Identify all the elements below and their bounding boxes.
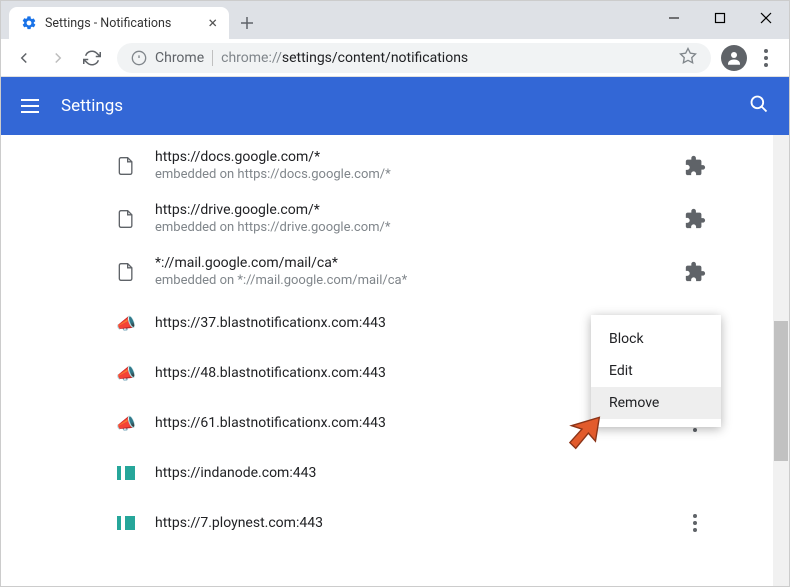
site-row[interactable]: https://docs.google.com/*embedded on htt… xyxy=(1,139,789,192)
scrollbar-thumb[interactable] xyxy=(774,321,788,461)
document-icon xyxy=(115,208,137,230)
site-favicon xyxy=(115,512,137,534)
scrollbar[interactable] xyxy=(773,135,789,586)
browser-toolbar: Chrome chrome://settings/content/notific… xyxy=(1,39,789,77)
omnibox-url: chrome://settings/content/notifications xyxy=(221,50,468,66)
site-menu-button[interactable] xyxy=(683,511,707,535)
omnibox-prefix: Chrome xyxy=(155,50,204,66)
extension-icon[interactable] xyxy=(683,154,707,178)
site-text: https://indanode.com:443 xyxy=(155,465,789,481)
profile-avatar[interactable] xyxy=(721,45,747,71)
site-favicon xyxy=(115,462,137,484)
pointer-annotation xyxy=(559,409,605,459)
minimize-button[interactable] xyxy=(651,1,697,35)
tab-close-icon[interactable]: × xyxy=(208,15,217,31)
maximize-button[interactable] xyxy=(697,1,743,35)
omnibox-separator xyxy=(212,50,213,66)
settings-header: Settings xyxy=(1,77,789,135)
site-row[interactable]: https://drive.google.com/*embedded on ht… xyxy=(1,192,789,245)
hamburger-icon[interactable] xyxy=(21,99,39,113)
megaphone-icon: 📣 xyxy=(115,412,137,434)
document-icon xyxy=(115,261,137,283)
document-icon xyxy=(115,155,137,177)
site-context-menu: BlockEditRemove xyxy=(591,315,721,427)
site-row[interactable]: https://indanode.com:443 xyxy=(1,448,789,498)
reload-button[interactable] xyxy=(77,43,107,73)
site-url: https://indanode.com:443 xyxy=(155,465,789,481)
extension-icon[interactable] xyxy=(683,207,707,231)
search-icon[interactable] xyxy=(749,94,769,118)
bookmark-star-icon[interactable] xyxy=(679,47,697,69)
forward-button[interactable] xyxy=(43,43,73,73)
megaphone-icon: 📣 xyxy=(115,312,137,334)
gear-icon xyxy=(21,15,37,31)
tab-title: Settings - Notifications xyxy=(45,16,171,31)
new-tab-button[interactable] xyxy=(233,9,261,37)
menu-item-edit[interactable]: Edit xyxy=(591,355,721,387)
megaphone-icon: 📣 xyxy=(115,362,137,384)
page-title: Settings xyxy=(61,96,123,116)
menu-item-block[interactable]: Block xyxy=(591,323,721,355)
window-controls xyxy=(651,1,789,35)
site-row[interactable]: *://mail.google.com/mail/ca*embedded on … xyxy=(1,245,789,298)
address-bar[interactable]: Chrome chrome://settings/content/notific… xyxy=(117,43,711,73)
menu-item-remove[interactable]: Remove xyxy=(591,387,721,419)
site-row[interactable]: https://7.ploynest.com:443 xyxy=(1,498,789,548)
browser-menu-button[interactable] xyxy=(751,43,781,73)
tab-active[interactable]: Settings - Notifications × xyxy=(9,7,229,39)
close-button[interactable] xyxy=(743,1,789,35)
extension-icon[interactable] xyxy=(683,260,707,284)
back-button[interactable] xyxy=(9,43,39,73)
